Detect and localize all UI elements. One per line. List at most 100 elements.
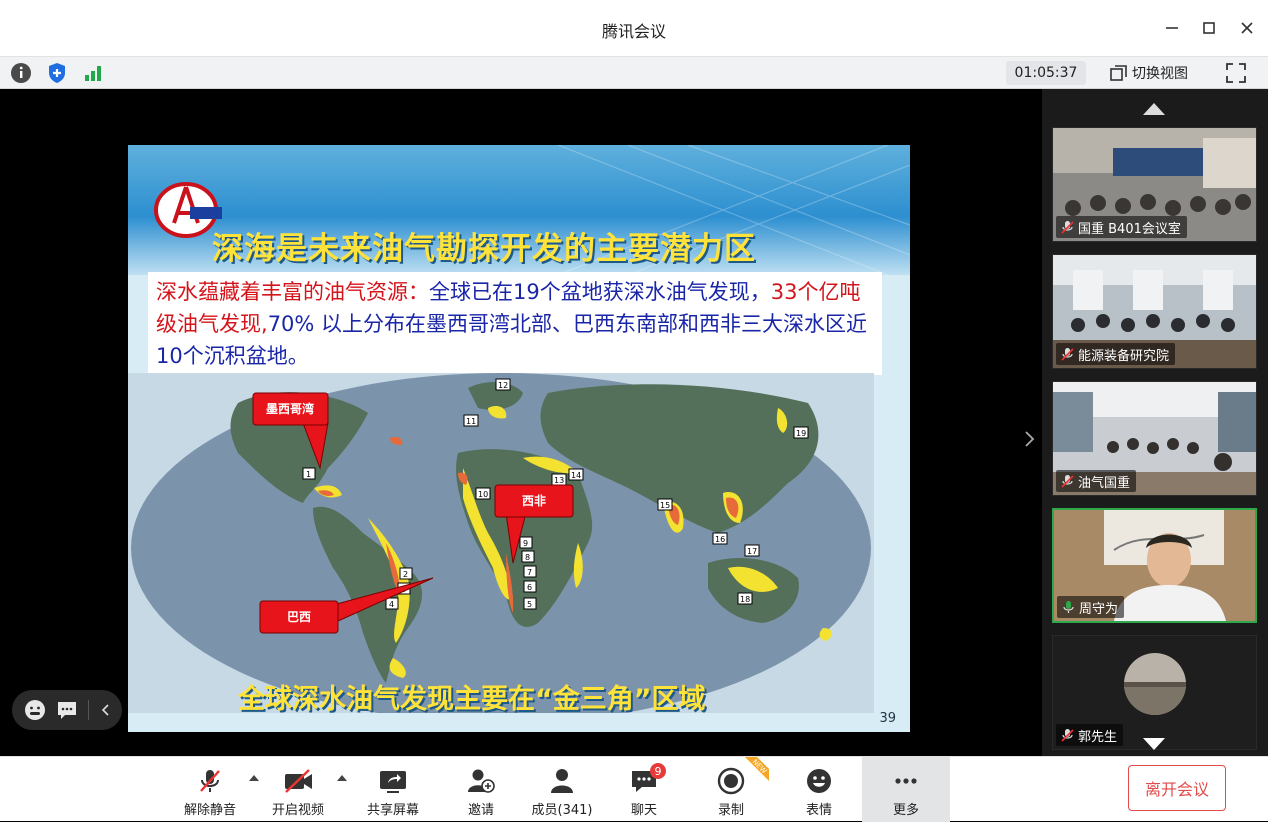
smiley-icon xyxy=(807,769,831,793)
switch-view-label: 切换视图 xyxy=(1132,66,1188,82)
slide-body-text: 深水蕴藏着丰富的油气资源：全球已在19个盆地获深水油气发现，33个亿吨级油气发现… xyxy=(148,272,882,375)
map-number-9: 9 xyxy=(523,539,528,548)
meeting-toolbar: 解除静音 开启视频 共享屏幕 邀请 成员(341) 聊天 9 录制 NEW 表情… xyxy=(0,756,1268,822)
map-number-18: 18 xyxy=(740,595,750,604)
record-label: 录制 xyxy=(717,803,744,818)
participant-tile[interactable]: 油气国重 xyxy=(1052,381,1257,496)
slide-title: 深海是未来油气勘探开发的主要潜力区 xyxy=(212,231,756,267)
switch-view-icon xyxy=(1110,65,1127,81)
new-feature-tag: NEW xyxy=(745,757,769,781)
shield-icon xyxy=(49,63,65,83)
share-screen-label: 共享屏幕 xyxy=(366,803,419,818)
map-number-8: 8 xyxy=(525,553,530,562)
unmute-button[interactable]: 解除静音 xyxy=(172,757,248,822)
info-icon xyxy=(11,63,31,83)
members-button[interactable]: 成员(341) xyxy=(524,757,600,822)
scroll-up-arrow-icon[interactable] xyxy=(1143,103,1165,115)
fullscreen-icon xyxy=(1226,63,1246,83)
scroll-down-arrow-icon[interactable] xyxy=(1143,738,1165,750)
meeting-timer: 01:05:37 xyxy=(1006,61,1086,85)
start-video-button[interactable]: 开启视频 xyxy=(260,757,336,822)
muted-mic-icon xyxy=(1061,475,1074,488)
more-dots-icon xyxy=(895,778,917,784)
unmute-label: 解除静音 xyxy=(183,803,236,818)
collapse-chevron-icon[interactable] xyxy=(99,703,113,717)
maximize-button[interactable] xyxy=(1197,16,1221,40)
security-button[interactable] xyxy=(45,61,69,85)
map-number-19: 19 xyxy=(796,429,806,438)
video-options-caret-icon[interactable] xyxy=(337,775,347,781)
muted-microphone-icon xyxy=(200,770,220,792)
signal-bars-icon xyxy=(85,66,101,81)
slide-text-blue-1: 全球已在19个盆地获深水油气发现， xyxy=(429,280,771,304)
members-label: 成员(341) xyxy=(531,803,593,818)
muted-mic-icon xyxy=(1061,221,1074,234)
record-button[interactable]: 录制 NEW xyxy=(693,757,769,822)
meeting-info-button[interactable] xyxy=(9,61,33,85)
presentation-slide: 深海是未来油气勘探开发的主要潜力区 深水蕴藏着丰富的油气资源：全球已在19个盆地… xyxy=(128,145,910,732)
maximize-icon xyxy=(1203,22,1215,34)
participant-name-label: 郭先生 xyxy=(1056,724,1124,746)
minimize-icon xyxy=(1166,27,1178,29)
map-number-6: 6 xyxy=(527,583,532,592)
participant-name: 能源装备研究院 xyxy=(1078,348,1170,364)
emoji-button[interactable]: 表情 xyxy=(781,757,857,822)
close-icon xyxy=(1241,22,1253,34)
chat-unread-badge: 9 xyxy=(650,763,666,779)
slide-page-number: 39 xyxy=(879,711,896,726)
expand-chevron-right-icon[interactable] xyxy=(1024,429,1036,449)
map-number-14: 14 xyxy=(571,471,581,480)
shared-screen-stage: 深海是未来油气勘探开发的主要潜力区 深水蕴藏着丰富的油气资源：全球已在19个盆地… xyxy=(0,89,1042,756)
callout-west-africa-label: 西非 xyxy=(522,493,546,508)
muted-mic-icon xyxy=(1061,348,1074,361)
add-user-icon xyxy=(468,769,495,793)
divider xyxy=(88,700,89,720)
map-number-4: 4 xyxy=(389,600,394,609)
participant-tile-active-speaker[interactable]: 周守为 xyxy=(1052,508,1257,623)
chat-bubble-icon[interactable] xyxy=(56,699,78,721)
participant-tile[interactable]: 郭先生 xyxy=(1052,635,1257,750)
emoji-label: 表情 xyxy=(805,803,832,818)
participant-name-label: 能源装备研究院 xyxy=(1056,343,1176,365)
share-screen-button[interactable]: 共享屏幕 xyxy=(355,757,431,822)
muted-mic-icon xyxy=(1061,729,1074,742)
map-number-5: 5 xyxy=(527,600,532,609)
map-number-17: 17 xyxy=(747,547,757,556)
invite-label: 邀请 xyxy=(467,803,494,818)
leave-meeting-button[interactable]: 离开会议 xyxy=(1128,765,1226,811)
minimize-button[interactable] xyxy=(1160,16,1184,40)
active-mic-icon xyxy=(1063,601,1074,613)
switch-view-button[interactable]: 切换视图 xyxy=(1110,61,1188,85)
map-number-1: 1 xyxy=(306,470,311,479)
participant-tile[interactable]: 国重 B401会议室 xyxy=(1052,127,1257,242)
slide-text-red-1: 深水蕴藏着丰富的油气资源： xyxy=(156,280,429,304)
meeting-info-bar: 01:05:37 切换视图 xyxy=(0,56,1268,89)
callout-mexico-label: 墨西哥湾 xyxy=(266,401,314,416)
participant-tile[interactable]: 能源装备研究院 xyxy=(1052,254,1257,369)
fullscreen-button[interactable] xyxy=(1224,61,1248,85)
slide-footer-text: 全球深水油气发现主要在“金三角”区域 xyxy=(238,684,706,715)
participant-name: 油气国重 xyxy=(1078,475,1131,491)
chat-button[interactable]: 聊天 9 xyxy=(606,757,682,822)
share-screen-icon xyxy=(380,771,406,793)
world-map: 1 2 3 4 5 6 7 8 9 10 11 12 13 14 15 16 1… xyxy=(128,373,874,713)
floating-chat-controls xyxy=(12,690,122,730)
invite-button[interactable]: 邀请 xyxy=(443,757,519,822)
participant-name-label: 油气国重 xyxy=(1056,470,1137,492)
chat-label: 聊天 xyxy=(630,803,657,818)
title-bar: 腾讯会议 xyxy=(0,0,1268,56)
participant-name: 国重 B401会议室 xyxy=(1078,221,1181,237)
emoji-reaction-icon[interactable] xyxy=(24,699,46,721)
participant-name-label: 国重 B401会议室 xyxy=(1056,216,1187,238)
map-number-13: 13 xyxy=(554,476,564,485)
participant-name-label: 周守为 xyxy=(1057,596,1125,618)
map-number-10: 10 xyxy=(478,490,488,499)
more-button[interactable]: 更多 xyxy=(862,757,950,822)
audio-options-caret-icon[interactable] xyxy=(249,775,259,781)
network-status-button[interactable] xyxy=(81,61,105,85)
window-title: 腾讯会议 xyxy=(601,22,666,41)
close-button[interactable] xyxy=(1235,16,1259,40)
more-label: 更多 xyxy=(892,803,919,818)
map-number-7: 7 xyxy=(527,568,532,577)
callout-brazil-label: 巴西 xyxy=(287,610,311,624)
